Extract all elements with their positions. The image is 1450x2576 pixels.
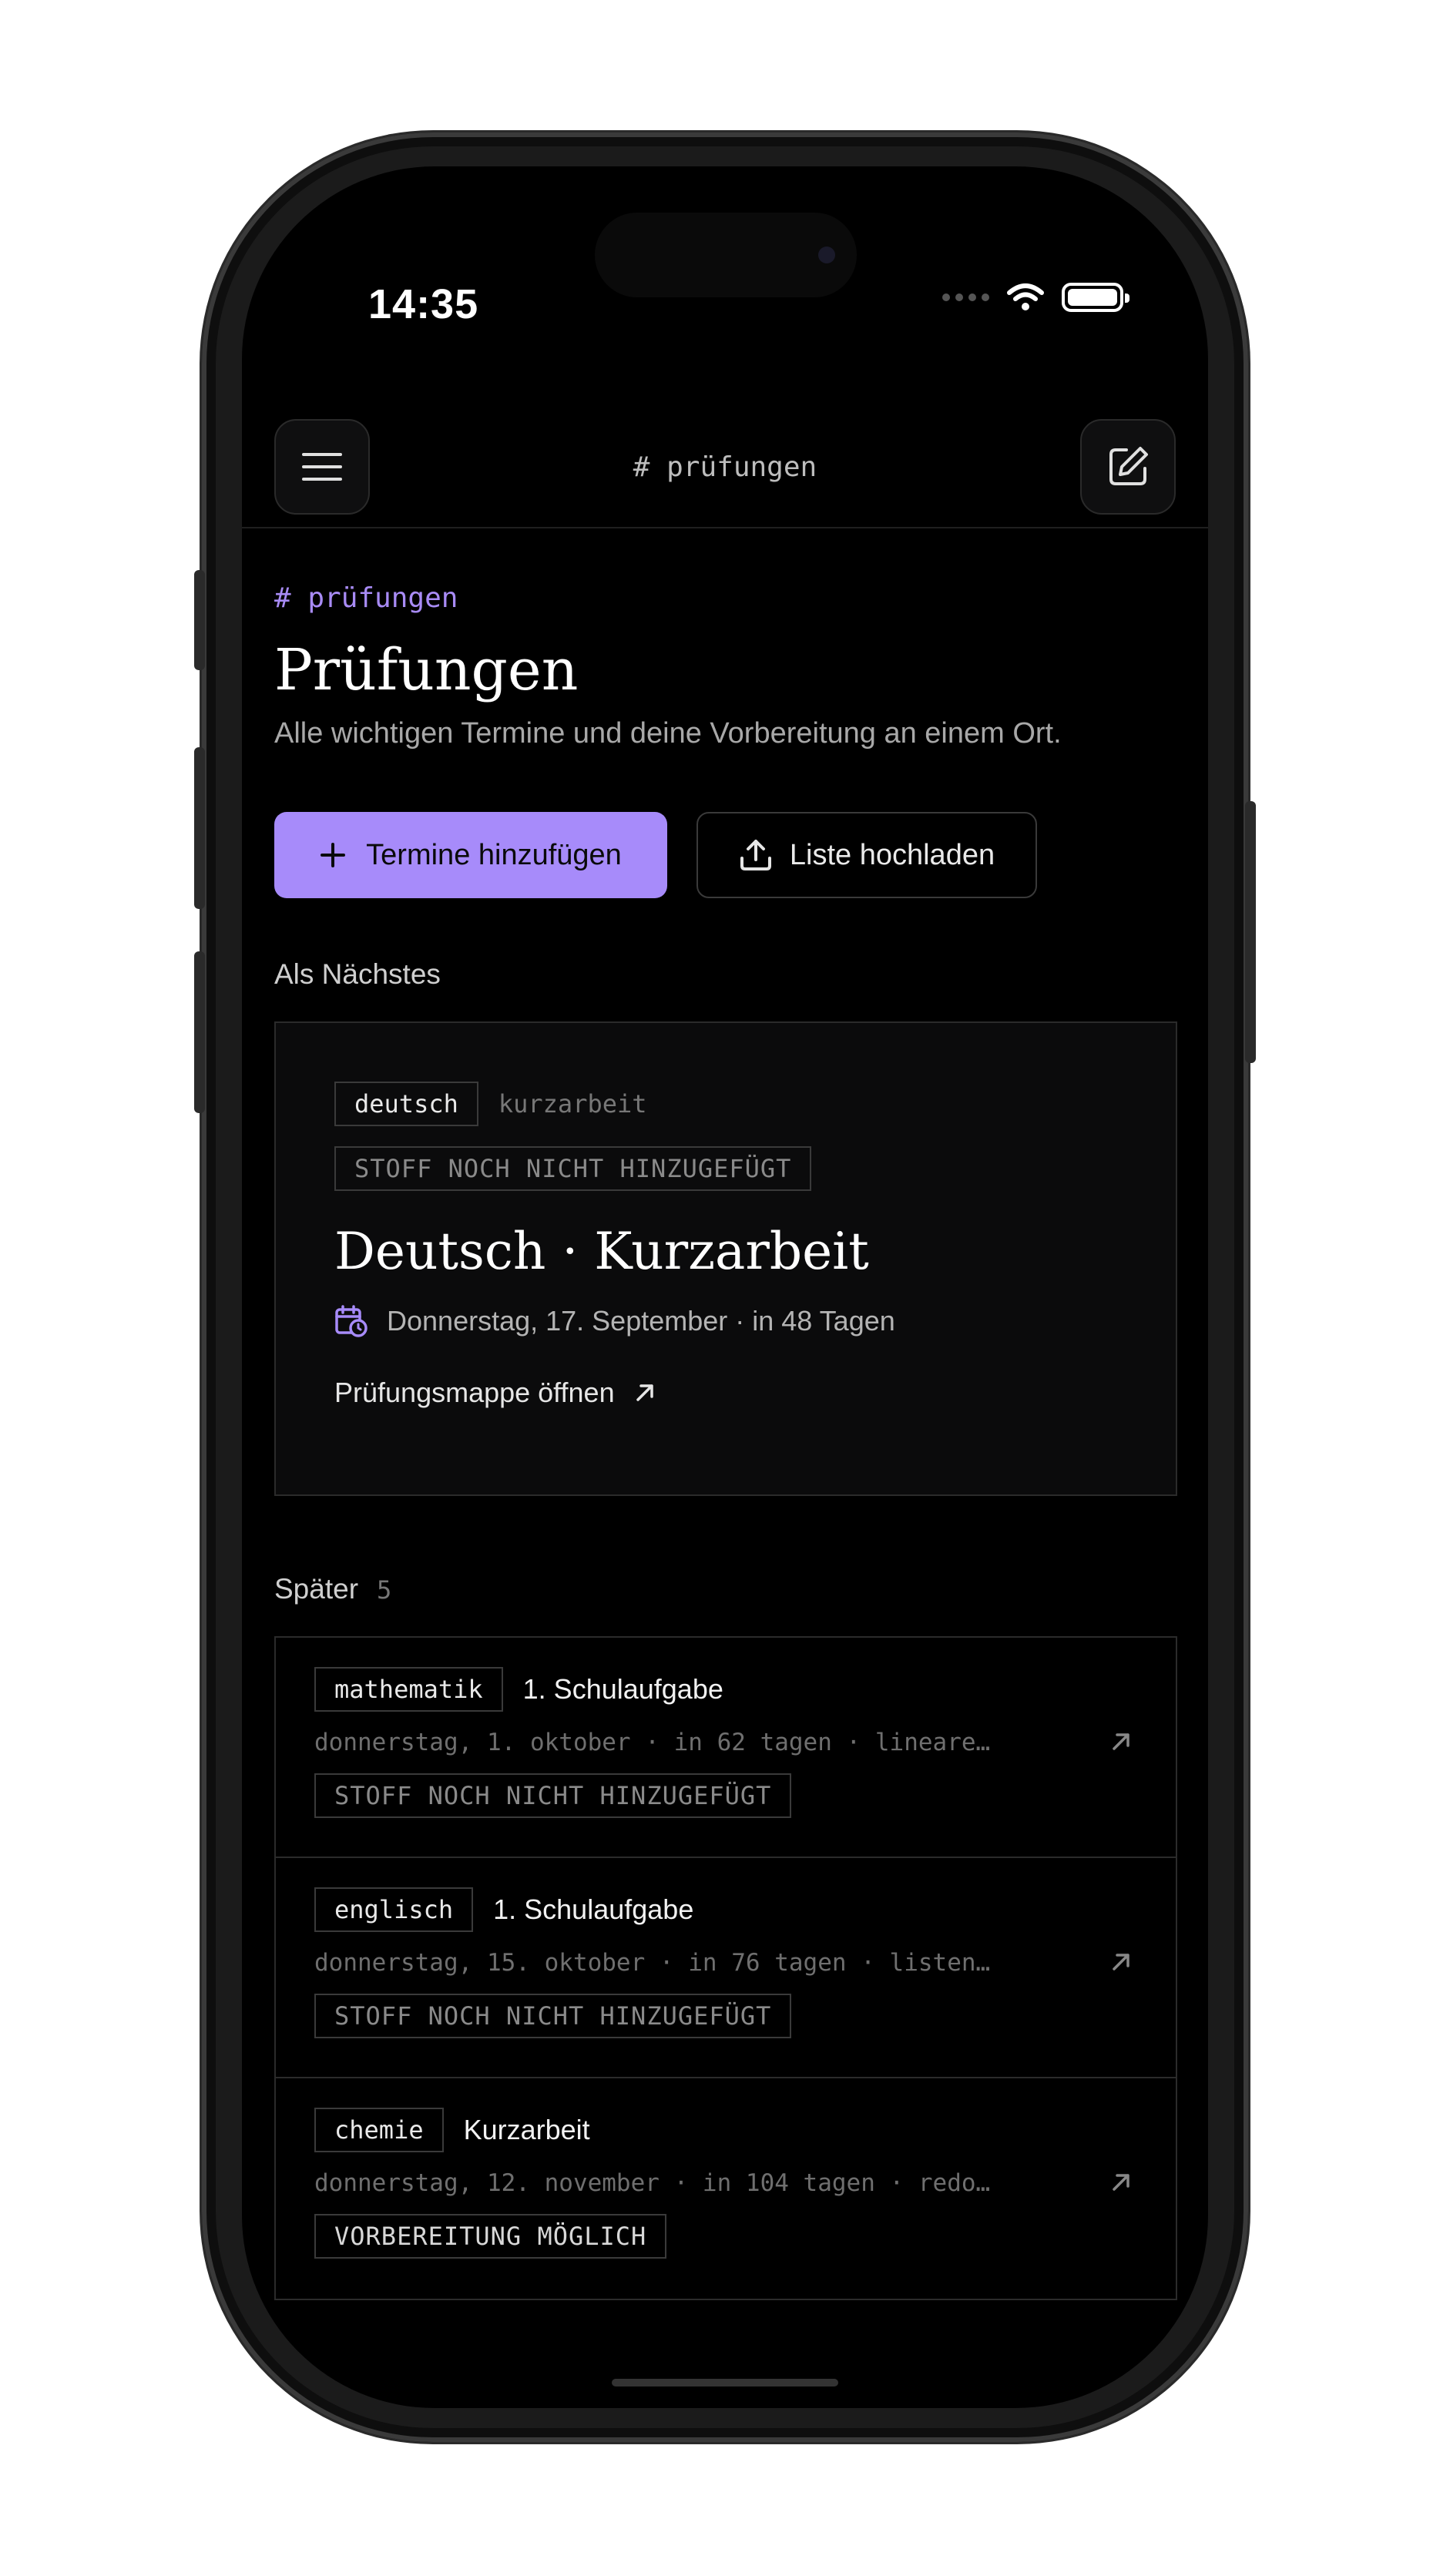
arrow-up-right-icon: [636, 1384, 653, 1401]
status-time: 14:35: [368, 281, 479, 327]
arrow-up-right-icon: [1113, 2174, 1129, 2191]
page-title: Prüfungen: [274, 637, 579, 703]
page-subtitle: Alle wichtigen Termine und deine Vorbere…: [274, 717, 1062, 750]
arrow-up-right-icon: [1113, 1954, 1129, 1971]
exam-meta: donnerstag, 15. oktober · in 76 tagen · …: [314, 1949, 991, 1977]
subject-tag: deutsch: [334, 1082, 478, 1126]
add-dates-label: Termine hinzufügen: [366, 838, 622, 871]
list-item[interactable]: englisch 1. Schulaufgabe donnerstag, 15.…: [276, 1858, 1176, 2078]
phone-screen: 14:35 # prüfungen # prüfungen Prüfungen …: [242, 166, 1208, 2408]
exam-title: Deutsch · Kurzarbeit: [334, 1222, 869, 1281]
add-dates-button[interactable]: Termine hinzufügen: [274, 812, 667, 898]
subject-tag: englisch: [314, 1887, 474, 1932]
top-bar-title: # prüfungen: [633, 451, 817, 483]
side-button-volume-up: [194, 747, 205, 909]
plus-icon: [321, 843, 346, 867]
wifi-icon: [1007, 283, 1044, 310]
later-section-label: Später: [274, 1573, 359, 1605]
upload-icon: [740, 840, 771, 870]
new-note-button[interactable]: [1080, 419, 1176, 515]
list-item[interactable]: chemie Kurzarbeit donnerstag, 12. novemb…: [276, 2078, 1176, 2299]
exam-date: Donnerstag, 17. September · in 48 Tagen: [387, 1305, 895, 1337]
upload-list-button[interactable]: Liste hochladen: [696, 812, 1037, 898]
battery-icon: [1062, 283, 1129, 312]
upload-list-label: Liste hochladen: [789, 838, 995, 871]
status-badge: STOFF NOCH NICHT HINZUGEFÜGT: [314, 1994, 792, 2038]
later-section-header: Später 5: [274, 1573, 1177, 1605]
status-badge: STOFF NOCH NICHT HINZUGEFÜGT: [314, 1773, 792, 1818]
exam-meta: donnerstag, 1. oktober · in 62 tagen · l…: [314, 1729, 991, 1756]
breadcrumb: # prüfungen: [274, 582, 458, 614]
later-exam-list: mathematik 1. Schulaufgabe donnerstag, 1…: [274, 1636, 1177, 2300]
cellular-signal-icon: [942, 293, 989, 301]
next-exam-card[interactable]: deutsch kurzarbeit STOFF NOCH NICHT HINZ…: [274, 1021, 1177, 1496]
main-content: # prüfungen Prüfungen Alle wichtigen Ter…: [274, 582, 1177, 2300]
top-bar: # prüfungen: [242, 405, 1208, 528]
exam-title: Kurzarbeit: [463, 2114, 590, 2145]
status-badge: STOFF NOCH NICHT HINZUGEFÜGT: [334, 1146, 812, 1191]
action-buttons: Termine hinzufügen Liste hochladen: [274, 812, 1177, 898]
next-section-label: Als Nächstes: [274, 958, 441, 990]
open-exam-folder-label: Prüfungsmappe öffnen: [334, 1377, 615, 1408]
type-tag: kurzarbeit: [498, 1089, 647, 1119]
status-icons: [942, 282, 1129, 313]
camera-icon: [818, 247, 835, 263]
side-button-volume-down: [194, 951, 205, 1113]
side-button-action: [194, 570, 205, 670]
subject-tag: mathematik: [314, 1667, 503, 1712]
dynamic-island: [595, 213, 857, 297]
later-count: 5: [377, 1575, 392, 1605]
home-indicator: [612, 2379, 838, 2386]
calendar-clock-icon: [335, 1305, 368, 1337]
exam-meta: donnerstag, 12. november · in 104 tagen …: [314, 2169, 991, 2197]
arrow-up-right-icon: [1113, 1733, 1129, 1750]
side-button-power: [1245, 801, 1256, 1063]
subject-tag: chemie: [314, 2108, 444, 2152]
exam-title: 1. Schulaufgabe: [493, 1893, 694, 1925]
status-badge: VORBEREITUNG MÖGLICH: [314, 2214, 667, 2259]
exam-title: 1. Schulaufgabe: [522, 1673, 723, 1705]
list-item[interactable]: mathematik 1. Schulaufgabe donnerstag, 1…: [276, 1638, 1176, 1858]
compose-icon: [1109, 447, 1148, 485]
open-exam-folder-link[interactable]: Prüfungsmappe öffnen: [334, 1377, 1117, 1409]
